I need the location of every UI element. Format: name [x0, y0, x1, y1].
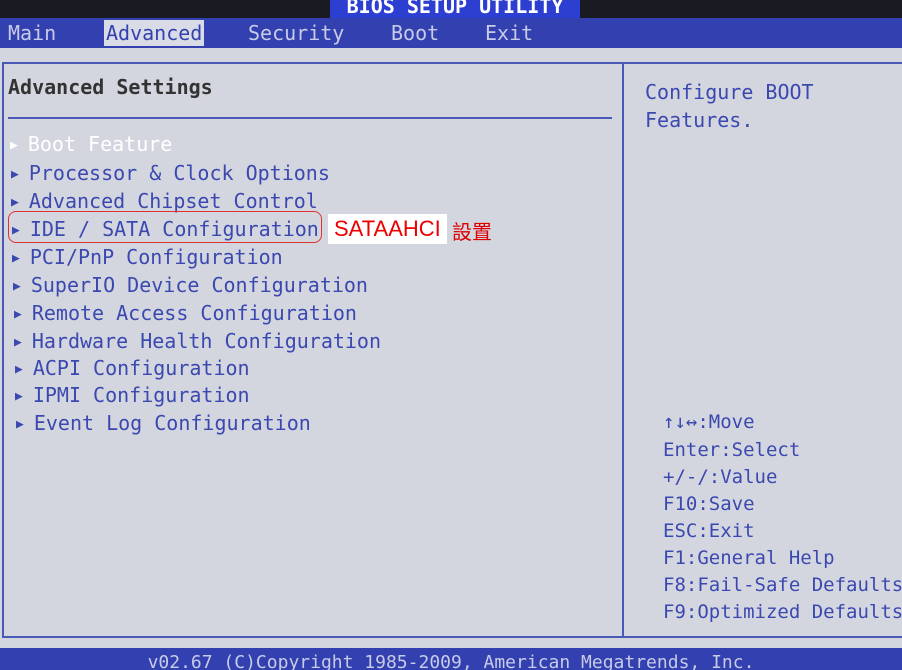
menu-item[interactable]: ▶ PCI/PnP Configuration — [12, 244, 283, 270]
menu-item-label: Boot Feature — [27, 132, 173, 156]
page-title: Advanced Settings — [8, 75, 213, 99]
annotation-chinese: 設置 — [452, 220, 492, 244]
copyright-footer: v02.67 (C)Copyright 1985-2009, American … — [0, 648, 902, 670]
menu-item[interactable]: ▶ Boot Feature — [10, 131, 172, 157]
menu-item-label: PCI/PnP Configuration — [29, 245, 283, 269]
divider — [8, 117, 612, 119]
title-bar: BIOS SETUP UTILITY — [0, 0, 902, 18]
triangle-right-icon: ▶ — [15, 362, 23, 377]
menu-exit[interactable]: Exit — [483, 20, 535, 46]
menu-advanced[interactable]: Advanced — [104, 20, 205, 46]
bios-title: BIOS SETUP UTILITY — [330, 0, 580, 18]
menu-item-label: Event Log Configuration — [33, 411, 311, 435]
triangle-right-icon: ▶ — [14, 335, 22, 350]
key-hint: F10:Save — [663, 493, 755, 515]
menu-item-label: Hardware Health Configuration — [31, 329, 382, 353]
menu-item[interactable]: ▶ Hardware Health Configuration — [14, 328, 381, 354]
help-text-line: Configure BOOT — [645, 80, 814, 104]
triangle-right-icon: ▶ — [16, 417, 24, 432]
menu-item[interactable]: ▶ Processor & Clock Options — [11, 160, 330, 186]
triangle-right-icon: ▶ — [15, 389, 23, 404]
menu-item[interactable]: ▶ SuperIO Device Configuration — [13, 272, 368, 298]
help-text-line: Features. — [645, 108, 754, 132]
key-hint: +/-/:Value — [663, 466, 778, 488]
triangle-right-icon: ▶ — [13, 279, 21, 294]
menu-bar: Main Advanced Security Boot Exit — [0, 18, 902, 48]
menu-item-label: Remote Access Configuration — [31, 301, 357, 325]
menu-main[interactable]: Main — [6, 20, 58, 46]
menu-security[interactable]: Security — [246, 20, 346, 46]
menu-item[interactable]: ▶ IPMI Configuration — [15, 382, 250, 408]
menu-boot[interactable]: Boot — [389, 20, 441, 46]
triangle-right-icon: ▶ — [11, 167, 19, 182]
key-hint: ESC:Exit — [663, 520, 755, 542]
triangle-right-icon: ▶ — [14, 307, 22, 322]
key-hint: F8:Fail-Safe Defaults — [663, 574, 902, 596]
annotation-label: SATAAHCI — [328, 214, 447, 244]
menu-item-label: ACPI Configuration — [32, 356, 250, 380]
menu-item-label: SuperIO Device Configuration — [30, 273, 368, 297]
triangle-right-icon: ▶ — [11, 195, 19, 210]
key-hint: ↑↓↔:Move — [663, 411, 755, 433]
menu-item-label: IPMI Configuration — [32, 383, 250, 407]
highlight-circle — [8, 211, 322, 243]
key-hint: F9:Optimized Defaults — [663, 601, 902, 623]
key-hint: F1:General Help — [663, 547, 835, 569]
menu-item[interactable]: ▶ ACPI Configuration — [15, 355, 250, 381]
menu-item[interactable]: ▶ Remote Access Configuration — [14, 300, 357, 326]
triangle-right-icon: ▶ — [12, 251, 20, 266]
menu-item[interactable]: ▶ Event Log Configuration — [16, 410, 311, 436]
triangle-right-icon: ▶ — [10, 138, 18, 153]
menu-item-label: Processor & Clock Options — [28, 161, 330, 185]
menu-item-label: Advanced Chipset Control — [28, 189, 318, 213]
key-hint: Enter:Select — [663, 439, 801, 461]
